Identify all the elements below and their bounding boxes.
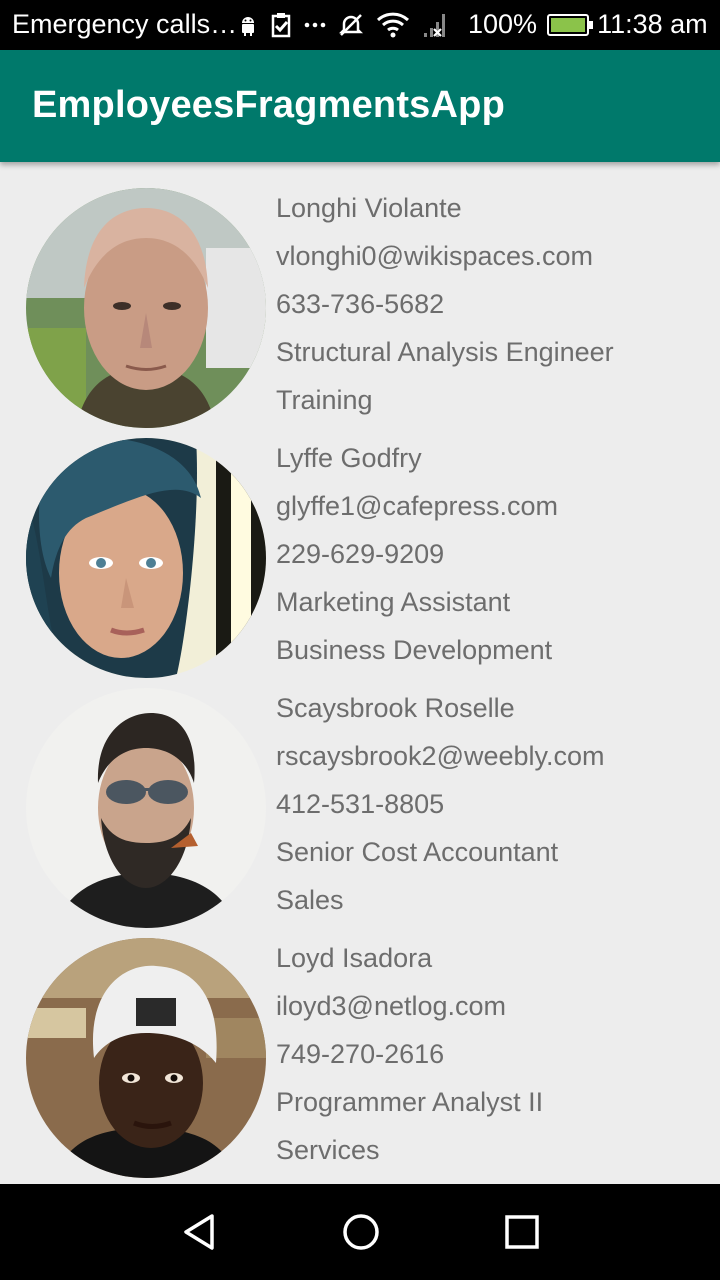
app-title: EmployeesFragmentsApp bbox=[32, 84, 505, 126]
employee-info: Loyd Isadora iloyd3@netlog.com 749-270-2… bbox=[276, 940, 543, 1180]
employee-avatar bbox=[26, 438, 266, 678]
employee-info: Longhi Violante vlonghi0@wikispaces.com … bbox=[276, 190, 614, 430]
employee-row[interactable]: Longhi Violante vlonghi0@wikispaces.com … bbox=[0, 162, 720, 428]
employee-email: vlonghi0@wikispaces.com bbox=[276, 241, 594, 271]
employee-row[interactable]: Lyffe Godfry glyffe1@cafepress.com 229-6… bbox=[0, 412, 720, 678]
more-dots-icon bbox=[304, 8, 326, 42]
employee-phone: 633-736-5682 bbox=[276, 289, 445, 319]
employee-email: rscaysbrook2@weebly.com bbox=[276, 741, 605, 771]
employee-info: Scaysbrook Roselle rscaysbrook2@weebly.c… bbox=[276, 690, 605, 930]
employee-row[interactable]: Loyd Isadora iloyd3@netlog.com 749-270-2… bbox=[0, 912, 720, 1178]
employee-title: Programmer Analyst II bbox=[276, 1087, 544, 1117]
employee-phone: 229-629-9209 bbox=[276, 539, 445, 569]
employee-email: iloyd3@netlog.com bbox=[276, 991, 507, 1021]
recents-icon[interactable] bbox=[502, 1212, 542, 1252]
employee-email: glyffe1@cafepress.com bbox=[276, 491, 559, 521]
employee-avatar bbox=[26, 938, 266, 1178]
back-icon[interactable] bbox=[180, 1212, 220, 1252]
employee-title: Senior Cost Accountant bbox=[276, 837, 559, 867]
employee-info: Lyffe Godfry glyffe1@cafepress.com 229-6… bbox=[276, 440, 558, 680]
employee-avatar bbox=[26, 688, 266, 928]
notification-text: Emergency calls… bbox=[12, 9, 238, 39]
home-icon[interactable] bbox=[341, 1212, 381, 1252]
android-icon bbox=[238, 8, 258, 42]
app-bar: EmployeesFragmentsApp bbox=[0, 50, 720, 162]
battery-charging-icon bbox=[547, 13, 594, 36]
clipboard-check-icon bbox=[270, 8, 292, 42]
employee-name: Lyffe Godfry bbox=[276, 443, 422, 473]
employee-name: Longhi Violante bbox=[276, 193, 462, 223]
employee-title: Structural Analysis Engineer bbox=[276, 337, 614, 367]
mute-icon bbox=[338, 8, 364, 42]
wifi-icon bbox=[376, 8, 410, 42]
employee-name: Loyd Isadora bbox=[276, 943, 433, 973]
employee-department: Services bbox=[276, 1135, 380, 1165]
employee-list[interactable]: Longhi Violante vlonghi0@wikispaces.com … bbox=[0, 162, 720, 1184]
employee-row[interactable]: Scaysbrook Roselle rscaysbrook2@weebly.c… bbox=[0, 662, 720, 928]
no-signal-icon bbox=[422, 8, 448, 42]
employee-name: Scaysbrook Roselle bbox=[276, 693, 515, 723]
employee-avatar bbox=[26, 188, 266, 428]
status-bar: Emergency calls… 100% 11:38 am bbox=[0, 0, 720, 50]
app-screen: Emergency calls… 100% 11:38 am Employees… bbox=[0, 0, 720, 1280]
clock: 11:38 am bbox=[597, 9, 708, 39]
employee-phone: 749-270-2616 bbox=[276, 1039, 445, 1069]
employee-title: Marketing Assistant bbox=[276, 587, 511, 617]
status-icons bbox=[238, 8, 460, 42]
employee-phone: 412-531-8805 bbox=[276, 789, 445, 819]
navigation-bar bbox=[0, 1184, 720, 1280]
status-right: 100% 11:38 am bbox=[468, 9, 708, 40]
battery-percent: 100% bbox=[468, 9, 538, 39]
